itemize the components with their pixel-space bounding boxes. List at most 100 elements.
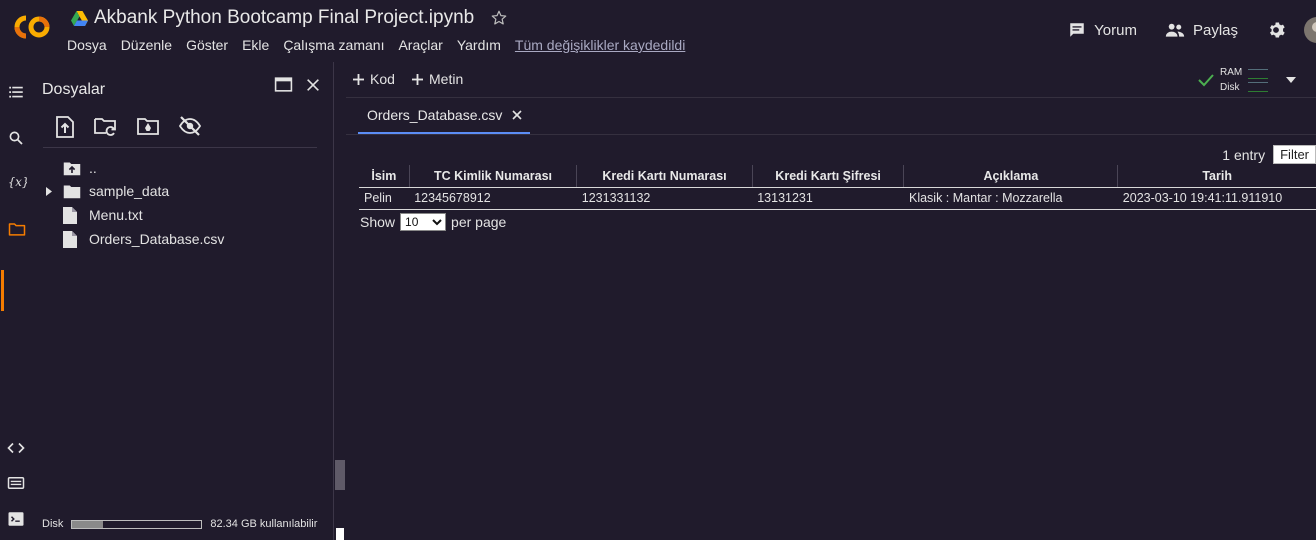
- folder-icon[interactable]: [7, 219, 27, 239]
- command-palette-icon[interactable]: [7, 474, 25, 492]
- add-code-button[interactable]: Kod: [353, 71, 395, 87]
- tab-strip: Orders_Database.csv: [346, 98, 1316, 135]
- close-icon[interactable]: [305, 77, 321, 93]
- caret-right-icon[interactable]: [43, 186, 55, 196]
- people-icon: [1165, 22, 1185, 38]
- column-header[interactable]: Tarih: [1117, 165, 1316, 188]
- search-icon[interactable]: [7, 129, 25, 147]
- menu-goster[interactable]: Göster: [186, 37, 228, 53]
- scrollbar-thumb[interactable]: [335, 460, 345, 490]
- tree-item-label: Menu.txt: [89, 207, 143, 223]
- page-size-select[interactable]: 10: [400, 213, 447, 231]
- colab-logo[interactable]: [10, 12, 52, 42]
- disk-usage-bar: [71, 519, 203, 529]
- tab-label: Orders_Database.csv: [367, 107, 503, 123]
- table-cell: Pelin: [359, 187, 410, 210]
- open-in-tab-icon[interactable]: [274, 76, 293, 93]
- star-icon[interactable]: [490, 9, 508, 27]
- tree-item-label: Orders_Database.csv: [89, 231, 225, 247]
- comment-button[interactable]: Yorum: [1068, 21, 1137, 39]
- pagination-controls: Show 10 per page: [360, 213, 506, 231]
- tab-close-icon[interactable]: [512, 110, 522, 120]
- upload-file-icon[interactable]: [55, 116, 75, 138]
- show-label: Show: [360, 214, 396, 230]
- menu-ekle[interactable]: Ekle: [242, 37, 269, 53]
- table-cell: 2023-03-10 19:41:11.911910: [1117, 187, 1316, 210]
- add-code-label: Kod: [370, 71, 395, 87]
- disk-label: Disk: [1220, 82, 1240, 93]
- menu-calisma-zamani[interactable]: Çalışma zamanı: [283, 37, 384, 53]
- tree-item-label: sample_data: [89, 183, 170, 199]
- column-header[interactable]: Kredi Kartı Şifresi: [751, 165, 904, 188]
- folder-icon: [63, 184, 85, 199]
- entry-count: 1 entry: [1222, 146, 1266, 163]
- table-of-contents-icon[interactable]: [7, 83, 25, 101]
- table-cell: 12345678912: [409, 187, 577, 210]
- refresh-folder-icon[interactable]: [94, 116, 118, 138]
- notebook-toolbar: Kod Metin RAM Disk: [346, 62, 1316, 98]
- menu-dosya[interactable]: Dosya: [67, 37, 107, 53]
- comment-label: Yorum: [1094, 21, 1137, 39]
- file-icon: [63, 206, 85, 224]
- notebook-title[interactable]: Akbank Python Bootcamp Final Project.ipy…: [94, 7, 474, 29]
- tab-orders-database-csv[interactable]: Orders_Database.csv: [358, 98, 531, 134]
- file-icon: [63, 230, 85, 248]
- disk-usage: Disk 82.34 GB kullanılabilir: [42, 518, 317, 530]
- table-cell: Klasik : Mantar : Mozzarella: [903, 187, 1118, 210]
- column-header[interactable]: İsim: [359, 165, 410, 188]
- comment-icon: [1068, 21, 1086, 39]
- panel-controls: [274, 76, 321, 93]
- plus-icon: [412, 73, 423, 85]
- share-button[interactable]: Paylaş: [1165, 22, 1238, 39]
- variables-icon[interactable]: {x}: [7, 172, 27, 192]
- connected-check-icon: [1198, 73, 1214, 87]
- dropdown-arrow-icon[interactable]: [1286, 77, 1297, 83]
- ram-label: RAM: [1220, 67, 1243, 78]
- tree-item-parent[interactable]: ..: [43, 157, 97, 179]
- disk-usage-text: 82.34 GB kullanılabilir: [210, 518, 318, 530]
- terminal-icon[interactable]: [7, 510, 25, 528]
- csv-viewer: 1 entry Filter İsim TC Kimlik Numarası K…: [346, 135, 1316, 540]
- active-rail-indicator: [1, 270, 4, 311]
- svg-text:{x}: {x}: [8, 175, 27, 189]
- menu-duzenle[interactable]: Düzenle: [121, 37, 172, 53]
- column-header[interactable]: Kredi Kartı Numarası: [576, 165, 753, 188]
- table-row: Pelin 12345678912 1231331132 13131231 Kl…: [359, 187, 1316, 210]
- add-text-button[interactable]: Metin: [412, 71, 463, 87]
- menu-araclar[interactable]: Araçlar: [398, 37, 442, 53]
- settings-gear-icon[interactable]: [1266, 20, 1286, 40]
- menu-yardim[interactable]: Yardım: [457, 37, 501, 53]
- left-rail: {x}: [0, 62, 33, 540]
- ram-bar: [1248, 68, 1269, 79]
- column-header[interactable]: TC Kimlik Numarası: [408, 165, 577, 188]
- add-text-label: Metin: [429, 71, 464, 87]
- files-panel-title: Dosyalar: [42, 81, 106, 98]
- app-header: Akbank Python Bootcamp Final Project.ipy…: [0, 0, 1316, 62]
- title-row: Akbank Python Bootcamp Final Project.ipy…: [71, 6, 508, 30]
- code-snippets-icon[interactable]: [7, 439, 25, 457]
- table-header-controls: 1 entry Filter: [1222, 145, 1316, 164]
- disk-bar: [1248, 81, 1269, 92]
- mount-drive-icon[interactable]: [137, 116, 159, 138]
- filter-button[interactable]: Filter: [1273, 145, 1316, 164]
- tree-item-orders-database-csv[interactable]: Orders_Database.csv: [43, 228, 224, 250]
- resource-monitor[interactable]: RAM Disk: [1198, 65, 1297, 95]
- tree-item-label: ..: [89, 160, 97, 176]
- disk-label: Disk: [42, 518, 64, 530]
- google-drive-icon: [71, 10, 88, 26]
- save-status-link[interactable]: Tüm değişiklikler kaydedildi: [515, 37, 685, 53]
- data-table: İsim TC Kimlik Numarası Kredi Kartı Numa…: [359, 165, 1316, 210]
- tree-item-menu-txt[interactable]: Menu.txt: [43, 204, 143, 226]
- files-panel: Dosyalar .. sample_data Menu.txt Orders_…: [33, 62, 334, 540]
- hide-files-icon[interactable]: [178, 116, 202, 138]
- scrollbar-end: [336, 528, 344, 540]
- tree-item-sample-data[interactable]: sample_data: [43, 180, 169, 202]
- folder-up-icon: [63, 161, 85, 176]
- table-cell: 13131231: [752, 187, 904, 210]
- user-avatar[interactable]: [1304, 17, 1316, 43]
- menu-bar: Dosya Düzenle Göster Ekle Çalışma zamanı…: [67, 37, 685, 53]
- share-label: Paylaş: [1192, 21, 1238, 39]
- table-header-row: İsim TC Kimlik Numarası Kredi Kartı Numa…: [359, 165, 1316, 188]
- column-header[interactable]: Açıklama: [903, 165, 1118, 188]
- panel-divider: [43, 147, 317, 148]
